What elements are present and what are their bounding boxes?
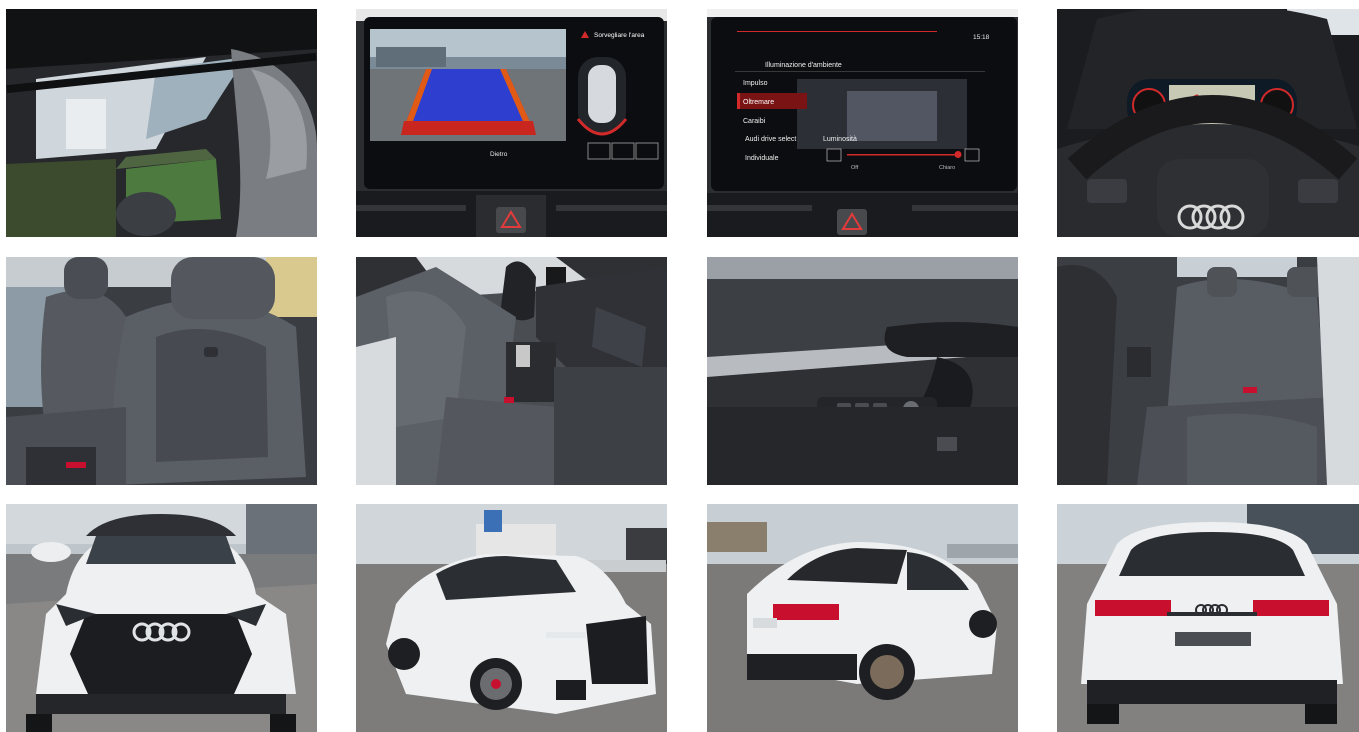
- menu-item[interactable]: Impulso: [743, 80, 768, 87]
- photo-thumbnail-steering-wheel[interactable]: [1057, 9, 1359, 237]
- photo-thumbnail-exterior-front-34[interactable]: [356, 504, 667, 732]
- steering-wheel-photo: [1057, 9, 1359, 237]
- rear-seats-photo: [1057, 257, 1359, 485]
- exterior-front-photo: [6, 504, 317, 732]
- photo-thumbnail-exterior-rear-34[interactable]: [707, 504, 1018, 732]
- sunroof-photo: [6, 9, 317, 237]
- camera-warning-text: Sorvegliare l'area: [594, 32, 645, 39]
- clock: 15:18: [973, 34, 990, 41]
- menu-item[interactable]: Caraibi: [743, 118, 766, 125]
- rear-camera-photo: Sorvegliare l'area Dietro: [356, 9, 667, 237]
- menu-title: Illuminazione d'ambiente: [765, 62, 842, 69]
- exterior-rear-34-photo: [707, 504, 1018, 732]
- photo-thumbnail-sunroof[interactable]: [6, 9, 317, 237]
- photo-thumbnail-exterior-front[interactable]: [6, 504, 317, 732]
- exterior-rear-photo: [1057, 504, 1359, 732]
- photo-thumbnail-front-seats[interactable]: [6, 257, 317, 485]
- brightness-slider[interactable]: [847, 154, 959, 156]
- menu-item[interactable]: Individuale: [745, 155, 779, 162]
- photo-thumbnail-dashboard[interactable]: [356, 257, 667, 485]
- photo-thumbnail-exterior-rear[interactable]: [1057, 504, 1359, 732]
- photo-thumbnail-door-panel[interactable]: [707, 257, 1018, 485]
- menu-item-selected[interactable]: Oltremare: [743, 99, 774, 106]
- photo-thumbnail-rear-seats[interactable]: [1057, 257, 1359, 485]
- camera-view-label: Dietro: [490, 151, 508, 158]
- brightness-slider-handle[interactable]: [954, 151, 962, 158]
- ambient-lighting-photo: 15:18 Illuminazione d'ambiente Impulso O…: [707, 9, 1018, 237]
- brightness-max-label: Chiaro: [939, 165, 955, 171]
- brightness-min-label: Off: [851, 165, 859, 171]
- brightness-label: Luminosità: [823, 136, 857, 143]
- door-panel-photo: [707, 257, 1018, 485]
- photo-gallery: Sorvegliare l'area Dietro 15:18 Illumina…: [0, 0, 1359, 732]
- menu-item[interactable]: Audi drive select: [745, 136, 796, 143]
- front-seats-photo: [6, 257, 317, 485]
- dashboard-photo: [356, 257, 667, 485]
- photo-thumbnail-ambient-lighting[interactable]: 15:18 Illuminazione d'ambiente Impulso O…: [707, 9, 1018, 237]
- exterior-front-34-photo: [356, 504, 667, 732]
- photo-thumbnail-rear-camera[interactable]: Sorvegliare l'area Dietro: [356, 9, 667, 237]
